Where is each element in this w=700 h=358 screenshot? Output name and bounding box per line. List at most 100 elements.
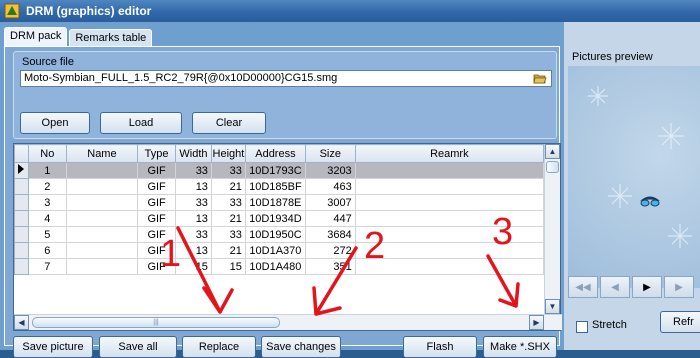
cell-width[interactable]: 15 xyxy=(175,258,212,275)
tab-remarks-table[interactable]: Remarks table xyxy=(69,29,153,47)
cell-size[interactable]: 351 xyxy=(304,258,356,275)
pictures-grid[interactable]: No Name Type Width Height Address Size R… xyxy=(13,143,562,331)
cell-height[interactable]: 21 xyxy=(210,242,246,259)
column-header[interactable]: Width xyxy=(175,144,212,163)
table-row[interactable]: 1 GIF 33 33 10D1793C 3203 xyxy=(14,162,544,179)
cell-remark[interactable] xyxy=(354,162,544,179)
cell-address[interactable]: 10D1A370 xyxy=(244,242,306,259)
play-icon[interactable]: ▶ xyxy=(632,276,662,298)
cell-remark[interactable] xyxy=(354,226,544,243)
cell-remark[interactable] xyxy=(354,210,544,227)
cell-type[interactable]: GIF xyxy=(137,178,177,195)
scroll-down-arrow-icon[interactable]: ▼ xyxy=(545,299,560,314)
source-file-input[interactable]: Moto-Symbian_FULL_1.5_RC2_79R{@0x10D0000… xyxy=(20,70,552,87)
cell-remark[interactable] xyxy=(354,178,544,195)
cell-name[interactable] xyxy=(65,178,139,195)
table-row[interactable]: 3 GIF 33 33 10D1878E 3007 xyxy=(14,194,544,211)
cell-width[interactable]: 33 xyxy=(175,194,212,211)
make-shx-button[interactable]: Make *.SHX xyxy=(483,336,557,358)
stretch-checkbox[interactable] xyxy=(576,321,588,333)
row-indicator[interactable] xyxy=(14,226,29,243)
current-row-pointer-icon[interactable] xyxy=(14,162,29,179)
cell-height[interactable]: 33 xyxy=(210,194,246,211)
save-all-button[interactable]: Save all xyxy=(99,336,177,358)
next-picture-icon[interactable]: ▶ xyxy=(664,276,694,298)
cell-name[interactable] xyxy=(65,258,139,275)
column-header[interactable]: Name xyxy=(65,144,139,163)
cell-no[interactable]: 1 xyxy=(27,162,67,179)
cell-height[interactable]: 33 xyxy=(210,162,246,179)
cell-width[interactable]: 13 xyxy=(175,242,212,259)
cell-size[interactable]: 463 xyxy=(304,178,356,195)
column-header[interactable]: No xyxy=(27,144,67,163)
cell-address[interactable]: 10D1934D xyxy=(244,210,306,227)
cell-address[interactable]: 10D185BF xyxy=(244,178,306,195)
vertical-scroll-thumb[interactable] xyxy=(546,161,559,173)
cell-no[interactable]: 3 xyxy=(27,194,67,211)
horizontal-scroll-thumb[interactable]: ||| xyxy=(32,317,280,328)
row-indicator[interactable] xyxy=(14,242,29,259)
flash-button[interactable]: Flash xyxy=(403,336,477,358)
cell-name[interactable] xyxy=(65,210,139,227)
grid-vertical-scrollbar[interactable]: ▲ ▼ xyxy=(544,144,560,314)
cell-name[interactable] xyxy=(65,162,139,179)
cell-type[interactable]: GIF xyxy=(137,194,177,211)
cell-size[interactable]: 3007 xyxy=(304,194,356,211)
cell-height[interactable]: 21 xyxy=(210,178,246,195)
cell-name[interactable] xyxy=(65,226,139,243)
tab-drm-pack[interactable]: DRM pack xyxy=(4,27,68,48)
cell-type[interactable]: GIF xyxy=(137,226,177,243)
row-indicator[interactable] xyxy=(14,258,29,275)
column-header[interactable]: Type xyxy=(137,144,177,163)
grid-horizontal-scrollbar[interactable]: ◀ ||| ▶ xyxy=(14,314,562,330)
column-header[interactable]: Size xyxy=(304,144,356,163)
cell-remark[interactable] xyxy=(354,258,544,275)
column-header[interactable]: Height xyxy=(210,144,246,163)
cell-width[interactable]: 33 xyxy=(175,226,212,243)
cell-width[interactable]: 13 xyxy=(175,210,212,227)
save-picture-button[interactable]: Save picture xyxy=(13,336,93,358)
cell-no[interactable]: 4 xyxy=(27,210,67,227)
cell-address[interactable]: 10D1950C xyxy=(244,226,306,243)
cell-address[interactable]: 10D1793C xyxy=(244,162,306,179)
replace-button[interactable]: Replace xyxy=(182,336,256,358)
cell-height[interactable]: 15 xyxy=(210,258,246,275)
row-indicator[interactable] xyxy=(14,178,29,195)
cell-name[interactable] xyxy=(65,194,139,211)
folder-open-icon[interactable] xyxy=(533,72,547,85)
cell-remark[interactable] xyxy=(354,242,544,259)
previous-picture-icon[interactable]: ◀ xyxy=(600,276,630,298)
cell-height[interactable]: 21 xyxy=(210,210,246,227)
table-row[interactable]: 4 GIF 13 21 10D1934D 447 xyxy=(14,210,544,227)
table-row[interactable]: 6 GIF 13 21 10D1A370 272 xyxy=(14,242,544,259)
open-button[interactable]: Open xyxy=(20,112,90,134)
cell-no[interactable]: 7 xyxy=(27,258,67,275)
scroll-right-arrow-icon[interactable]: ▶ xyxy=(529,315,544,330)
cell-width[interactable]: 13 xyxy=(175,178,212,195)
column-header[interactable]: Address xyxy=(244,144,306,163)
cell-remark[interactable] xyxy=(354,194,544,211)
first-picture-icon[interactable]: ◀◀ xyxy=(568,276,598,298)
cell-height[interactable]: 33 xyxy=(210,226,246,243)
cell-address[interactable]: 10D1A480 xyxy=(244,258,306,275)
table-row[interactable]: 7 GIF 15 15 10D1A480 351 xyxy=(14,258,544,275)
cell-type[interactable]: GIF xyxy=(137,162,177,179)
row-indicator[interactable] xyxy=(14,194,29,211)
cell-type[interactable]: GIF xyxy=(137,242,177,259)
load-button[interactable]: Load xyxy=(100,112,182,134)
cell-size[interactable]: 3203 xyxy=(304,162,356,179)
cell-type[interactable]: GIF xyxy=(137,210,177,227)
cell-name[interactable] xyxy=(65,242,139,259)
scroll-up-arrow-icon[interactable]: ▲ xyxy=(545,144,560,159)
cell-type[interactable]: GIF xyxy=(137,258,177,275)
cell-size[interactable]: 3684 xyxy=(304,226,356,243)
cell-width[interactable]: 33 xyxy=(175,162,212,179)
cell-size[interactable]: 447 xyxy=(304,210,356,227)
column-header[interactable]: Reamrk xyxy=(354,144,544,163)
refresh-button[interactable]: Refr xyxy=(660,311,700,333)
table-row[interactable]: 5 GIF 33 33 10D1950C 3684 xyxy=(14,226,544,243)
cell-no[interactable]: 5 xyxy=(27,226,67,243)
cell-size[interactable]: 272 xyxy=(304,242,356,259)
cell-address[interactable]: 10D1878E xyxy=(244,194,306,211)
clear-button[interactable]: Clear xyxy=(192,112,266,134)
